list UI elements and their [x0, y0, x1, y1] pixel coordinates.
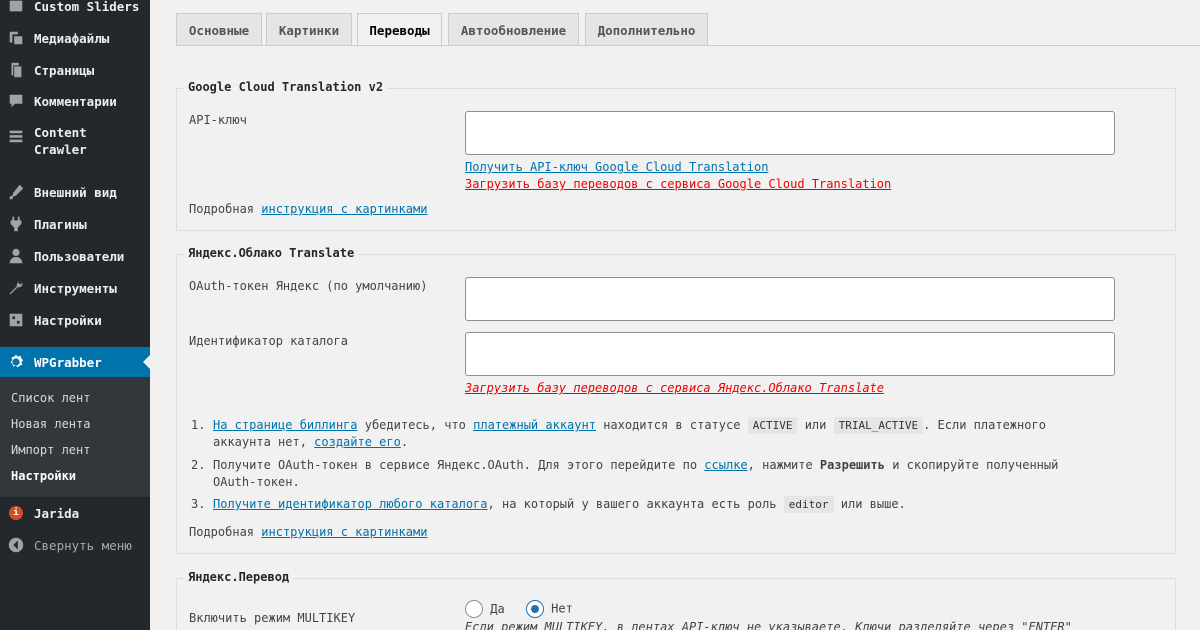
- settings-icon: [6, 310, 26, 330]
- tabs-divider: [176, 45, 1200, 46]
- sidebar-item-label: Плагины: [34, 216, 87, 232]
- instructions-link[interactable]: инструкция с картинками: [261, 525, 427, 539]
- status-code-active: ACTIVE: [747, 417, 798, 434]
- catalog-id-label: Идентификатор каталога: [189, 334, 348, 348]
- section-legend: Google Cloud Translation v2: [184, 80, 388, 94]
- sidebar-item-custom-sliders[interactable]: Custom Sliders: [0, 0, 150, 21]
- collapse-icon: [6, 535, 26, 555]
- multikey-radio-group: Да Нет: [465, 600, 573, 618]
- sidebar-item-comments[interactable]: Комментарии: [0, 86, 150, 116]
- sidebar-item-label: Внешний вид: [34, 184, 117, 200]
- sidebar-item-label: Инструменты: [34, 280, 117, 296]
- sidebar-item-tools[interactable]: Инструменты: [0, 273, 150, 303]
- load-google-db-link[interactable]: Загрузить базу переводов с сервиса Googl…: [465, 177, 891, 191]
- google-translation-section: Google Cloud Translation v2 API-ключ Пол…: [176, 80, 1176, 231]
- option-no-label: Нет: [551, 601, 573, 616]
- list-item-continuation: аккаунта нет, создайте его.: [213, 435, 409, 449]
- wpgrabber-submenu: Список лент Новая лента Импорт лент Наст…: [0, 377, 150, 497]
- sidebar-item-plugins[interactable]: Плагины: [0, 209, 150, 239]
- sidebar-item-label: Content Crawler: [34, 125, 87, 157]
- api-key-label: API-ключ: [189, 113, 247, 127]
- sidebar-item-label: Свернуть меню: [34, 537, 132, 553]
- sidebar-item-settings[interactable]: Настройки: [0, 305, 150, 335]
- users-icon: [6, 246, 26, 266]
- pages-icon: [6, 60, 26, 80]
- tab-general[interactable]: Основные: [176, 13, 262, 46]
- list-item: 1. На странице биллинга убедитесь, что пл…: [191, 417, 1046, 434]
- oauth-token-label: OAuth-токен Яндекс (по умолчанию): [189, 279, 428, 293]
- plugins-icon: [6, 214, 26, 234]
- multikey-label: Включить режим MULTIKEY: [189, 611, 356, 625]
- current-menu-arrow: [143, 355, 150, 369]
- multikey-hint: Если режим MULTIKEY, в лентах API-ключ н…: [465, 620, 1072, 630]
- catalog-id-link[interactable]: Получите идентификатор любого каталога: [213, 497, 488, 511]
- detail-prefix: Подробная: [189, 202, 255, 216]
- sidebar-item-wpgrabber[interactable]: WPGrabber: [0, 347, 150, 377]
- sidebar-item-users[interactable]: Пользователи: [0, 241, 150, 271]
- catalog-id-textarea[interactable]: [465, 332, 1115, 376]
- billing-page-link[interactable]: На странице биллинга: [213, 418, 358, 432]
- admin-sidebar: Custom Sliders Медиафайлы Страницы Комме…: [0, 0, 150, 630]
- multikey-yes-radio[interactable]: [465, 600, 483, 618]
- sidebar-item-pages[interactable]: Страницы: [0, 55, 150, 85]
- submenu-item-new-feed[interactable]: Новая лента: [11, 417, 90, 431]
- jarida-icon: i: [6, 503, 26, 523]
- slides-icon: [6, 0, 26, 16]
- submenu-item-settings[interactable]: Настройки: [11, 469, 76, 483]
- comments-icon: [6, 91, 26, 111]
- gear-icon: [6, 352, 26, 372]
- sidebar-item-label: Настройки: [34, 312, 102, 328]
- sidebar-item-jarida[interactable]: i Jarida: [0, 498, 150, 528]
- list-item: 2. Получите OAuth-токен в сервисе Яндекс.…: [191, 458, 1059, 472]
- sidebar-item-label: WPGrabber: [34, 354, 102, 370]
- get-api-key-link[interactable]: Получить API-ключ Google Cloud Translati…: [465, 160, 768, 174]
- role-code-editor: editor: [783, 496, 834, 513]
- tab-advanced[interactable]: Дополнительно: [585, 13, 708, 46]
- load-yandex-db-link[interactable]: Загрузить базу переводов с сервиса Яндек…: [465, 381, 884, 395]
- create-account-link[interactable]: создайте его: [314, 435, 401, 449]
- tab-translations[interactable]: Переводы: [357, 13, 442, 47]
- collapse-menu-button[interactable]: Свернуть меню: [0, 530, 150, 560]
- sidebar-item-label: Медиафайлы: [34, 30, 110, 46]
- api-key-textarea[interactable]: [465, 111, 1115, 155]
- yandex-cloud-section: Яндекс.Облако Translate OAuth-токен Янде…: [176, 246, 1176, 554]
- tab-autoupdate[interactable]: Автообновление: [448, 13, 579, 46]
- list-item: 3. Получите идентификатор любого каталога…: [191, 496, 906, 513]
- status-code-trial: TRIAL_ACTIVE: [833, 417, 924, 434]
- sidebar-item-label: Комментарии: [34, 93, 117, 109]
- oauth-link[interactable]: ссылке: [704, 458, 747, 472]
- sidebar-item-label: Custom Sliders: [34, 0, 140, 14]
- detail-prefix: Подробная: [189, 525, 255, 539]
- sidebar-item-content-crawler[interactable]: Content Crawler: [0, 124, 150, 164]
- sidebar-item-label: Страницы: [34, 62, 95, 78]
- tab-images[interactable]: Картинки: [266, 13, 352, 46]
- multikey-no-radio[interactable]: [525, 600, 544, 618]
- section-legend: Яндекс.Облако Translate: [184, 246, 359, 260]
- sidebar-item-appearance[interactable]: Внешний вид: [0, 177, 150, 207]
- submenu-item-import-feeds[interactable]: Импорт лент: [11, 443, 90, 457]
- sidebar-item-label: Пользователи: [34, 248, 125, 264]
- list-item-continuation: OAuth-токен.: [213, 475, 300, 489]
- instructions-link[interactable]: инструкция с картинками: [261, 202, 427, 216]
- payment-account-link[interactable]: платежный аккаунт: [473, 418, 596, 432]
- appearance-icon: [6, 182, 26, 202]
- option-yes-label: Да: [490, 601, 505, 616]
- sidebar-item-label: Jarida: [34, 505, 80, 521]
- section-legend: Яндекс.Перевод: [184, 570, 294, 584]
- submenu-item-feed-list[interactable]: Список лент: [11, 391, 90, 405]
- tools-icon: [6, 278, 26, 298]
- media-icon: [6, 28, 26, 48]
- sidebar-item-media[interactable]: Медиафайлы: [0, 23, 150, 53]
- yandex-perevod-section: Яндекс.Перевод Включить режим MULTIKEY Д…: [176, 570, 1176, 630]
- crawler-icon: [6, 126, 26, 146]
- oauth-token-textarea[interactable]: [465, 277, 1115, 321]
